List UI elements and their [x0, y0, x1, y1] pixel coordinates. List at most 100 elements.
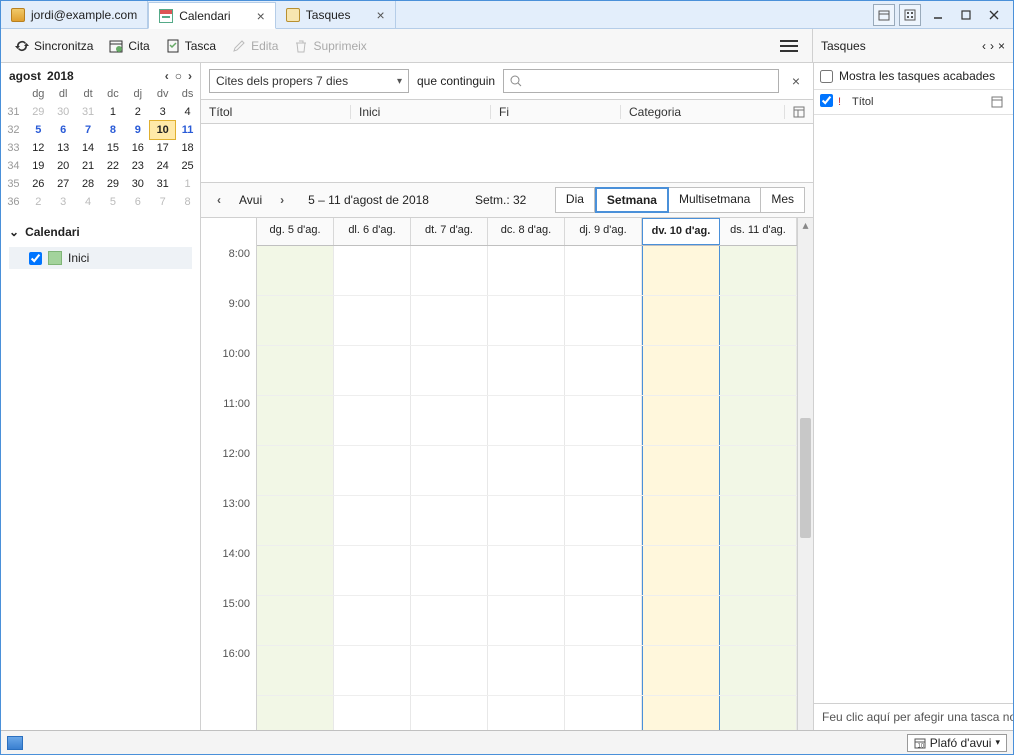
tab-tasks[interactable]: Tasques ×	[276, 1, 396, 28]
day-col-sat[interactable]	[720, 246, 797, 730]
scrollbar[interactable]: ▴	[797, 218, 813, 730]
mini-calendar[interactable]: dgdldtdcdjdvds 3129303112343256789101133…	[1, 85, 200, 211]
minical-day[interactable]: 20	[51, 157, 76, 175]
minical-day[interactable]: 27	[51, 175, 76, 193]
clear-filter-icon[interactable]: ×	[787, 73, 805, 89]
priority-icon[interactable]: !	[838, 96, 852, 108]
day-header[interactable]: dc. 8 d'ag.	[488, 218, 565, 245]
panels-icon[interactable]	[899, 4, 921, 26]
chevron-left-icon[interactable]: ‹	[982, 39, 986, 53]
minical-day[interactable]: 25	[175, 157, 200, 175]
close-icon[interactable]: ×	[998, 39, 1005, 53]
maximize-button[interactable]	[953, 4, 979, 26]
minical-day[interactable]: 4	[76, 193, 101, 211]
col-category[interactable]: Categoria	[621, 105, 785, 119]
view-multiweek[interactable]: Multisetmana	[669, 187, 761, 213]
close-button[interactable]	[981, 4, 1007, 26]
minical-day[interactable]: 26	[26, 175, 51, 193]
add-task-hint[interactable]: Feu clic aquí per afegir una tasca no	[814, 703, 1013, 730]
close-icon[interactable]: ×	[376, 7, 384, 23]
show-completed-row[interactable]: Mostra les tasques acabades	[814, 63, 1013, 90]
day-body[interactable]	[257, 246, 797, 730]
day-col-fri[interactable]	[642, 246, 720, 730]
calendar-item-checkbox[interactable]	[29, 252, 42, 265]
chevron-right-icon[interactable]: ›	[990, 39, 994, 53]
minical-day[interactable]: 6	[51, 121, 76, 139]
day-header[interactable]: dv. 10 d'ag.	[642, 218, 720, 245]
minical-day[interactable]: 31	[150, 175, 175, 193]
minical-day[interactable]: 19	[26, 157, 51, 175]
minical-day[interactable]: 7	[76, 121, 101, 139]
minical-day[interactable]: 30	[51, 103, 76, 121]
day-header[interactable]: dt. 7 d'ag.	[411, 218, 488, 245]
minical-day[interactable]: 5	[101, 193, 126, 211]
calendar-pane-icon[interactable]	[873, 4, 895, 26]
show-completed-checkbox[interactable]	[820, 70, 833, 83]
next-button[interactable]: ›	[272, 190, 292, 210]
day-col-wed[interactable]	[488, 246, 565, 730]
view-day[interactable]: Dia	[555, 187, 595, 213]
col-task-title[interactable]: Títol	[852, 96, 991, 108]
sync-button[interactable]: Sincronitza	[9, 35, 99, 57]
view-week[interactable]: Setmana	[595, 187, 669, 213]
minical-day[interactable]: 7	[150, 193, 175, 211]
minimize-button[interactable]	[925, 4, 951, 26]
close-icon[interactable]: ×	[257, 8, 265, 24]
minical-day[interactable]: 1	[175, 175, 200, 193]
next-month-icon[interactable]: ›	[188, 69, 192, 83]
minical-day[interactable]: 1	[101, 103, 126, 121]
minical-day[interactable]: 31	[76, 103, 101, 121]
minical-day[interactable]: 14	[76, 139, 101, 157]
new-task-button[interactable]: Tasca	[160, 35, 222, 57]
minical-day[interactable]: 10	[150, 121, 175, 139]
day-col-sun[interactable]	[257, 246, 334, 730]
col-start[interactable]: Inici	[351, 105, 491, 119]
minical-day[interactable]: 2	[26, 193, 51, 211]
minical-day[interactable]: 5	[26, 121, 51, 139]
prev-button[interactable]: ‹	[209, 190, 229, 210]
calendar-tree-header[interactable]: ⌄ Calendari	[9, 221, 192, 243]
scroll-thumb[interactable]	[800, 418, 811, 538]
day-col-tue[interactable]	[411, 246, 488, 730]
minical-day[interactable]: 6	[125, 193, 150, 211]
minical-day[interactable]: 11	[175, 121, 200, 139]
column-picker-icon[interactable]	[785, 106, 813, 118]
prev-month-icon[interactable]: ‹	[165, 69, 169, 83]
today-button[interactable]: Avui	[235, 193, 266, 207]
new-event-button[interactable]: Cita	[103, 35, 155, 57]
filter-search[interactable]	[503, 69, 779, 93]
app-menu-button[interactable]	[774, 36, 804, 56]
minical-day[interactable]: 24	[150, 157, 175, 175]
minical-day[interactable]: 29	[101, 175, 126, 193]
col-end[interactable]: Fi	[491, 105, 621, 119]
today-icon[interactable]: ○	[175, 69, 182, 83]
minical-day[interactable]: 3	[51, 193, 76, 211]
minical-day[interactable]: 8	[175, 193, 200, 211]
today-pane-button[interactable]: 10 Plafó d'avui ▾	[907, 734, 1007, 752]
tab-mail[interactable]: jordi@example.com	[1, 1, 148, 28]
minical-day[interactable]: 18	[175, 139, 200, 157]
col-checkbox[interactable]	[820, 94, 838, 110]
minical-day[interactable]: 4	[175, 103, 200, 121]
tab-calendar[interactable]: Calendari ×	[148, 2, 276, 29]
day-header[interactable]: dg. 5 d'ag.	[257, 218, 334, 245]
minical-day[interactable]: 12	[26, 139, 51, 157]
minical-day[interactable]: 21	[76, 157, 101, 175]
scroll-up-icon[interactable]: ▴	[798, 218, 813, 232]
minical-day[interactable]: 28	[76, 175, 101, 193]
minical-day[interactable]: 23	[125, 157, 150, 175]
day-col-mon[interactable]	[334, 246, 411, 730]
day-col-thu[interactable]	[565, 246, 642, 730]
minical-day[interactable]: 3	[150, 103, 175, 121]
minical-day[interactable]: 15	[101, 139, 126, 157]
minical-day[interactable]: 29	[26, 103, 51, 121]
minical-day[interactable]: 13	[51, 139, 76, 157]
minical-day[interactable]: 2	[125, 103, 150, 121]
minical-day[interactable]: 16	[125, 139, 150, 157]
column-picker-icon[interactable]	[991, 96, 1007, 108]
minical-day[interactable]: 30	[125, 175, 150, 193]
filter-range-combo[interactable]: Cites dels propers 7 dies ▾	[209, 69, 409, 93]
calendar-item-home[interactable]: Inici	[9, 247, 192, 269]
minical-day[interactable]: 9	[125, 121, 150, 139]
day-header[interactable]: ds. 11 d'ag.	[720, 218, 797, 245]
